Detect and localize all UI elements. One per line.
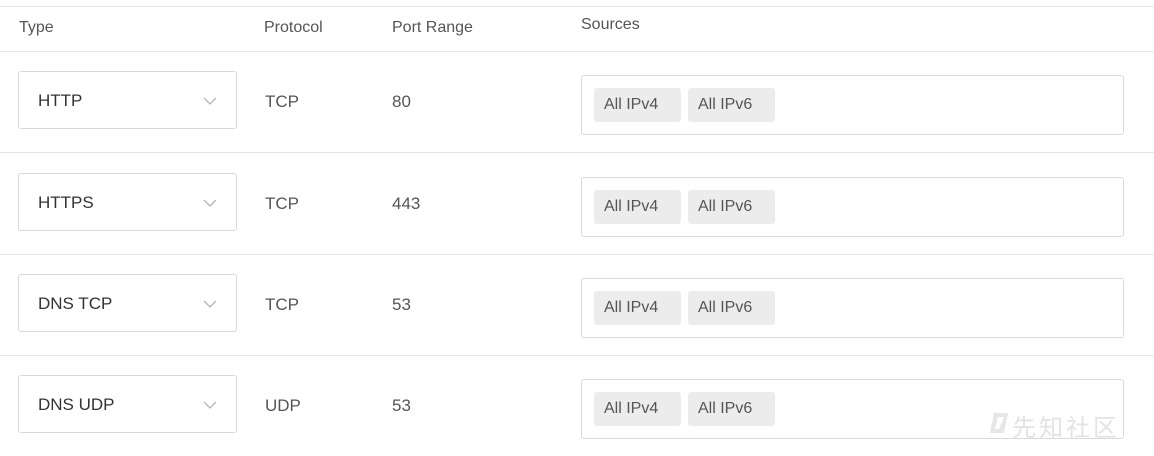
type-select-value: HTTPS bbox=[38, 193, 94, 212]
chevron-down-icon bbox=[203, 199, 217, 207]
port-range-value: 80 bbox=[392, 92, 411, 111]
sources-input[interactable]: All IPv4 All IPv6 bbox=[581, 278, 1124, 338]
type-select[interactable]: HTTPS bbox=[18, 173, 237, 231]
source-chip[interactable]: All IPv4 bbox=[594, 88, 681, 122]
header-port-range: Port Range bbox=[392, 19, 473, 36]
table-row: HTTPS TCP 443 All IPv4 All IPv6 bbox=[0, 153, 1154, 255]
table-row: HTTP TCP 80 All IPv4 All IPv6 bbox=[0, 51, 1154, 153]
port-range-value: 53 bbox=[392, 295, 411, 314]
type-select[interactable]: HTTP bbox=[18, 71, 237, 129]
type-select[interactable]: DNS UDP bbox=[18, 375, 237, 433]
watermark-logo-icon bbox=[990, 413, 1008, 433]
type-select[interactable]: DNS TCP bbox=[18, 274, 237, 332]
header-type: Type bbox=[19, 19, 54, 36]
type-select-value: DNS UDP bbox=[38, 395, 115, 414]
header-sources: Sources bbox=[581, 16, 640, 33]
sources-input[interactable]: All IPv4 All IPv6 bbox=[581, 75, 1124, 135]
source-chip[interactable]: All IPv6 bbox=[688, 190, 775, 224]
type-select-value: DNS TCP bbox=[38, 294, 113, 313]
chevron-down-icon bbox=[203, 97, 217, 105]
chevron-down-icon bbox=[203, 401, 217, 409]
watermark-text: 先知社区 bbox=[1012, 414, 1120, 442]
source-chip[interactable]: All IPv6 bbox=[688, 392, 775, 426]
port-range-value: 443 bbox=[392, 194, 421, 213]
source-chip[interactable]: All IPv4 bbox=[594, 291, 681, 325]
table-header: Type Protocol Port Range Sources bbox=[0, 6, 1154, 52]
header-protocol: Protocol bbox=[264, 19, 323, 36]
protocol-value: TCP bbox=[265, 295, 299, 314]
table-row: DNS TCP TCP 53 All IPv4 All IPv6 bbox=[0, 254, 1154, 356]
chevron-down-icon bbox=[203, 300, 217, 308]
protocol-value: TCP bbox=[265, 92, 299, 111]
sources-input[interactable]: All IPv4 All IPv6 bbox=[581, 177, 1124, 237]
protocol-value: UDP bbox=[265, 396, 301, 415]
port-range-value: 53 bbox=[392, 396, 411, 415]
protocol-value: TCP bbox=[265, 194, 299, 213]
source-chip[interactable]: All IPv4 bbox=[594, 392, 681, 426]
source-chip[interactable]: All IPv6 bbox=[688, 291, 775, 325]
source-chip[interactable]: All IPv6 bbox=[688, 88, 775, 122]
source-chip[interactable]: All IPv4 bbox=[594, 190, 681, 224]
type-select-value: HTTP bbox=[38, 91, 83, 110]
table-row: DNS UDP UDP 53 All IPv4 All IPv6 bbox=[0, 355, 1154, 456]
